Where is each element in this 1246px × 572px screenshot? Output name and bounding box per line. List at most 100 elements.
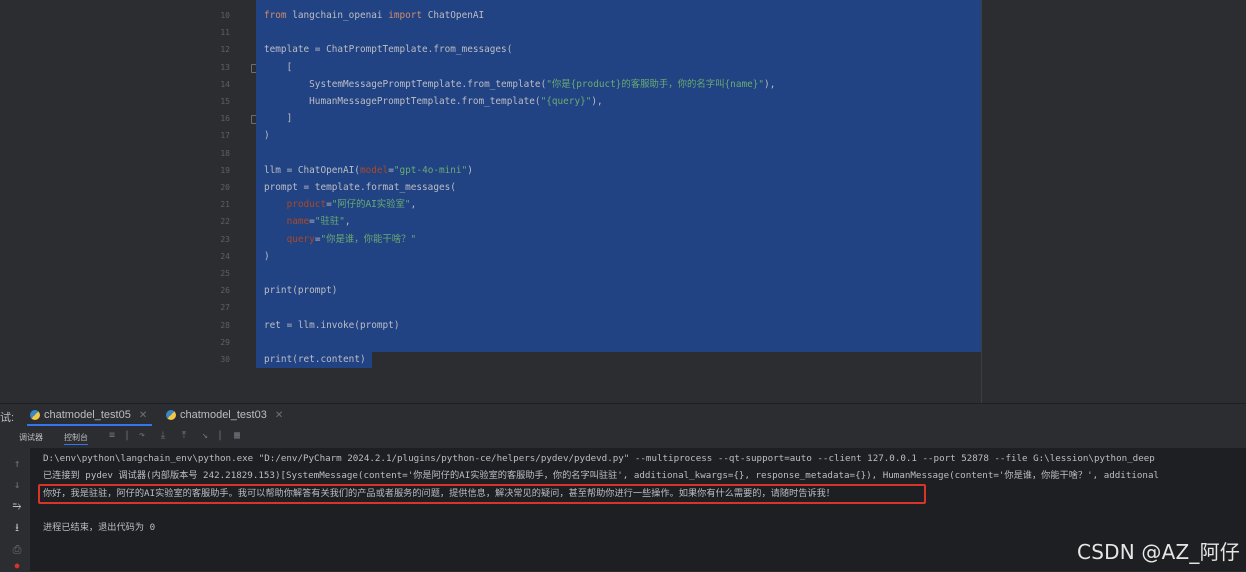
close-icon[interactable]: ✕	[275, 410, 283, 421]
line-number: 16	[220, 114, 230, 124]
run-to-cursor-icon[interactable]: ↘	[200, 431, 210, 441]
code-token: langchain_openai	[292, 10, 389, 21]
print-icon[interactable]: ⎙	[12, 544, 22, 556]
run-window-title: 试:	[0, 412, 15, 424]
separator-icon: |	[123, 430, 131, 441]
run-side-toolbar: ↑ ↓ ⥱ ⭳ ⎙ ●	[0, 448, 31, 571]
line-number: 25	[220, 269, 230, 278]
step-into-icon[interactable]: ⤓	[158, 431, 168, 441]
line-number: 29	[220, 337, 230, 347]
code-token: ,	[344, 216, 351, 228]
run-toolbar: 调试器 控制台 ≡ | ↷ ⤓ ⤒ ↘ | ▦	[0, 427, 1246, 449]
code-line: llm = ChatOpenAI(model="gpt-4o-mini")	[264, 165, 473, 177]
close-icon[interactable]: ✕	[139, 410, 147, 421]
code-line: print(ret.content)	[264, 354, 366, 366]
line-number: 24	[220, 251, 230, 261]
scroll-to-end-icon[interactable]: ⭳	[12, 522, 22, 534]
code-token: "{query}"	[540, 96, 592, 107]
code-line: product="阿仔的AI实验室",	[264, 199, 417, 211]
line-number: 13	[220, 62, 230, 72]
code-line: [	[264, 61, 293, 74]
run-tool-window-tabs: 试: chatmodel_test05 ✕ chatmodel_test03 ✕	[0, 403, 1246, 427]
step-out-icon[interactable]: ⤒	[179, 431, 189, 441]
console-line-command: D:\env\python\langchain_env\python.exe "…	[43, 453, 1155, 464]
highlight-box	[38, 484, 926, 504]
arrow-up-icon[interactable]: ↑	[12, 458, 22, 470]
delete-icon[interactable]: ●	[12, 560, 22, 572]
line-number: 14	[220, 79, 230, 89]
code-token: (prompt)	[292, 285, 338, 297]
code-line: query="你是谁，你能干啥？"	[264, 233, 417, 246]
code-token: HumanMessagePromptTemplate.from_template…	[264, 96, 541, 107]
line-number: 23	[220, 234, 230, 244]
code-token: prompt = template.format_messages(	[264, 182, 456, 193]
line-number: 17	[220, 131, 230, 141]
code-token: SystemMessagePromptTemplate.from_templat…	[264, 78, 547, 90]
editor-right-margin	[981, 0, 1246, 403]
separator-icon: |	[216, 430, 224, 441]
console-line-exit: 进程已结束，退出代码为 0	[43, 522, 156, 533]
tab-label: chatmodel_test03	[180, 409, 267, 421]
code-editor[interactable]: from langchain_openai import ChatOpenAI t…	[256, 0, 981, 403]
code-token: query	[286, 233, 315, 245]
debugger-tab[interactable]: 调试器	[19, 430, 43, 444]
line-number: 30	[220, 355, 230, 364]
code-token: name	[286, 216, 310, 228]
code-line: prompt = template.format_messages(	[264, 182, 456, 194]
soft-wrap-icon[interactable]: ⥱	[12, 500, 22, 512]
evaluate-icon[interactable]: ▦	[232, 431, 242, 441]
editor-gutter: 10 11 12 13 14 15 16 17 18 19 20 21 22 23 24 25 26 27 28 29…	[212, 0, 259, 403]
code-token: )	[467, 164, 473, 176]
console-output[interactable]: D:\env\python\langchain_env\python.exe "…	[31, 448, 1246, 571]
code-token: )	[264, 250, 270, 262]
code-token: template = ChatPromptTemplate.from_messa…	[264, 44, 513, 56]
project-panel-blank	[0, 0, 212, 403]
code-token: "驻驻"	[314, 216, 345, 228]
python-file-icon	[30, 410, 40, 420]
code-line: from langchain_openai import ChatOpenAI	[264, 10, 484, 22]
line-number: 18	[220, 148, 230, 158]
line-number: 10	[220, 11, 230, 20]
code-token: llm = ChatOpenAI(	[264, 164, 360, 176]
code-line: )	[264, 251, 270, 263]
code-token: "你是谁，你能干啥？"	[320, 233, 417, 245]
console-tab[interactable]: 控制台	[64, 430, 88, 445]
code-token: ]	[264, 113, 293, 125]
code-line: )	[264, 130, 270, 142]
code-token: [	[264, 61, 293, 73]
code-token: ),	[591, 96, 603, 107]
code-token: "你是{product}的客服助手，你的名字叫{name}"	[546, 78, 765, 90]
code-token: ChatOpenAI	[427, 10, 485, 21]
code-token: "阿仔的AI实验室"	[331, 199, 411, 211]
code-token: product	[286, 199, 327, 211]
line-number: 22	[220, 217, 230, 227]
code-line: template = ChatPromptTemplate.from_messa…	[264, 44, 512, 56]
code-token: ret = llm.invoke(prompt)	[264, 319, 400, 331]
code-line: SystemMessagePromptTemplate.from_templat…	[264, 79, 775, 91]
line-number: 26	[220, 286, 230, 296]
code-token: ),	[764, 78, 776, 90]
tab-label: chatmodel_test05	[44, 409, 131, 421]
step-over-icon[interactable]: ↷	[137, 431, 147, 441]
code-token: import	[388, 10, 428, 21]
code-token: print	[264, 354, 293, 365]
code-line: name="驻驻",	[264, 216, 351, 228]
code-line: HumanMessagePromptTemplate.from_template…	[264, 96, 603, 108]
code-line: ret = llm.invoke(prompt)	[264, 320, 399, 332]
line-number: 19	[220, 165, 230, 175]
code-token: model	[359, 164, 389, 176]
menu-lines-icon[interactable]: ≡	[107, 431, 117, 441]
line-number: 12	[220, 45, 230, 55]
code-token: from	[264, 10, 293, 21]
code-token: print	[264, 285, 293, 297]
line-number: 15	[220, 97, 230, 106]
tab-chatmodel-test05[interactable]: chatmodel_test05 ✕	[30, 404, 147, 426]
code-token: ,	[410, 199, 417, 211]
arrow-down-icon[interactable]: ↓	[12, 479, 22, 491]
line-number: 28	[220, 320, 230, 330]
tab-chatmodel-test03[interactable]: chatmodel_test03 ✕	[166, 404, 283, 426]
watermark: CSDN @AZ_阿仔	[1077, 540, 1240, 564]
